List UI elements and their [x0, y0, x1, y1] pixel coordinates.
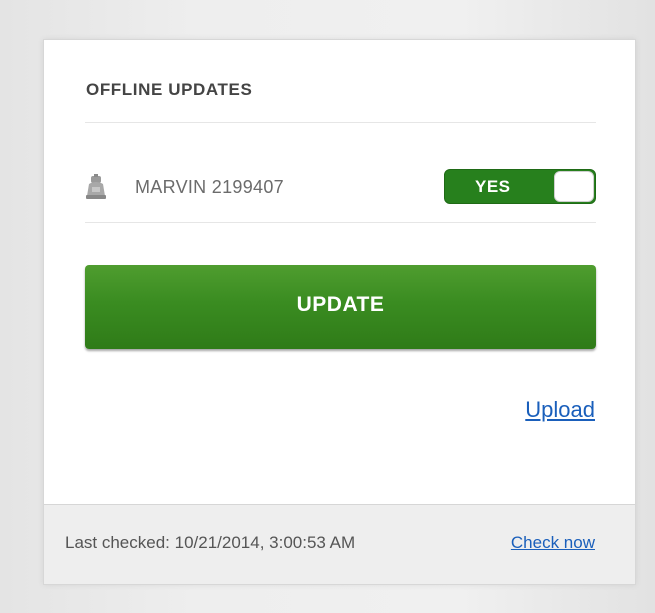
robot-icon	[85, 174, 107, 200]
panel-footer: Last checked: 10/21/2014, 3:00:53 AM Che…	[44, 504, 635, 584]
check-now-link[interactable]: Check now	[511, 533, 595, 553]
update-button-label: UPDATE	[296, 293, 385, 316]
offline-updates-panel: OFFLINE UPDATES MARVIN 2199407 YES UPDAT…	[43, 39, 636, 585]
upload-link[interactable]: Upload	[525, 397, 595, 423]
toggle-knob[interactable]	[554, 171, 594, 202]
update-button[interactable]: UPDATE	[85, 265, 596, 349]
last-checked-text: Last checked: 10/21/2014, 3:00:53 AM	[65, 533, 356, 552]
device-name: MARVIN 2199407	[135, 177, 284, 197]
device-row: MARVIN 2199407 YES	[85, 162, 596, 222]
toggle-label: YES	[475, 177, 511, 196]
panel-title: OFFLINE UPDATES	[86, 80, 253, 99]
device-divider	[85, 222, 596, 223]
sync-toggle[interactable]: YES	[444, 169, 596, 204]
title-divider	[85, 122, 596, 123]
